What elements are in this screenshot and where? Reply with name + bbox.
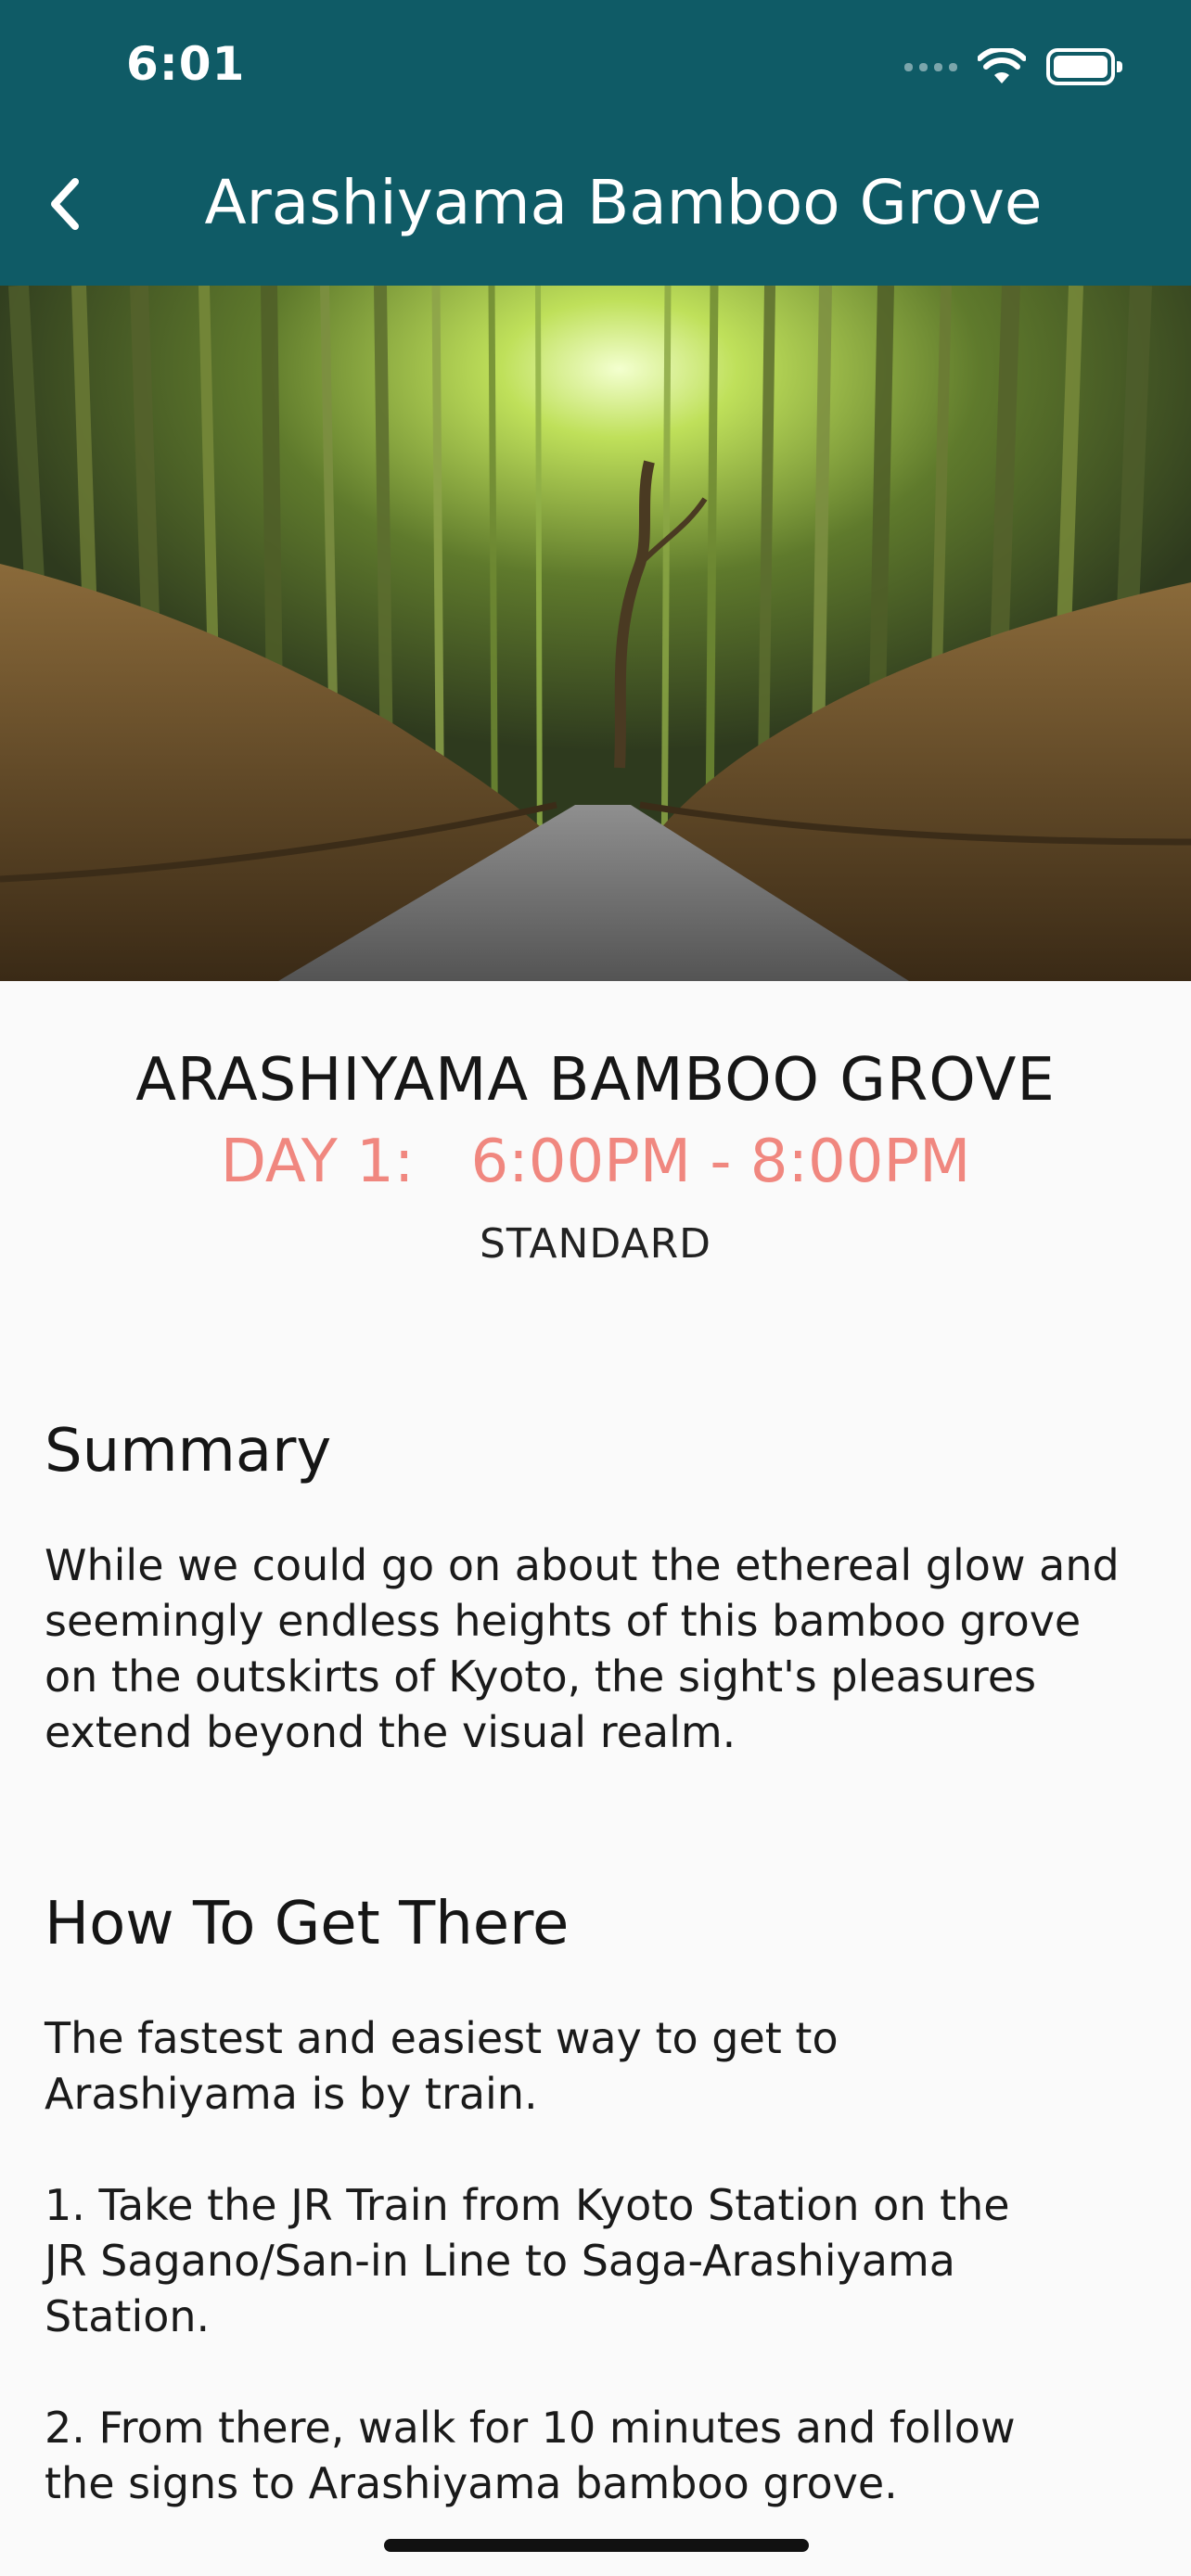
signal-icon <box>904 62 957 71</box>
app-header: 6:01 Arashiyama Bamboo Grove <box>0 0 1191 286</box>
summary-heading: Summary <box>45 1417 332 1486</box>
place-title: ARASHIYAMA BAMBOO GROVE <box>135 1046 1056 1115</box>
battery-icon <box>1046 48 1122 85</box>
directions-heading: How To Get There <box>45 1890 570 1958</box>
summary-text: While we could go on about the ethereal … <box>45 1540 1120 1757</box>
schedule-time: DAY 1: 6:00PM - 8:00PM <box>220 1128 971 1196</box>
directions-step-1: 1. Take the JR Train from Kyoto Station … <box>45 2180 1010 2341</box>
home-indicator[interactable] <box>384 2539 809 2552</box>
tier-label: STANDARD <box>479 1220 712 1268</box>
bamboo-grove-photo <box>0 286 1191 981</box>
hero-image <box>0 286 1191 981</box>
status-time: 6:01 <box>126 37 246 91</box>
directions-intro: The fastest and easiest way to get to Ar… <box>45 2013 839 2119</box>
nav-title: Arashiyama Bamboo Grove <box>204 167 1043 238</box>
directions-step-2: 2. From there, walk for 10 minutes and f… <box>45 2403 1016 2508</box>
wifi-icon <box>978 48 1026 83</box>
status-icons <box>904 48 1122 85</box>
